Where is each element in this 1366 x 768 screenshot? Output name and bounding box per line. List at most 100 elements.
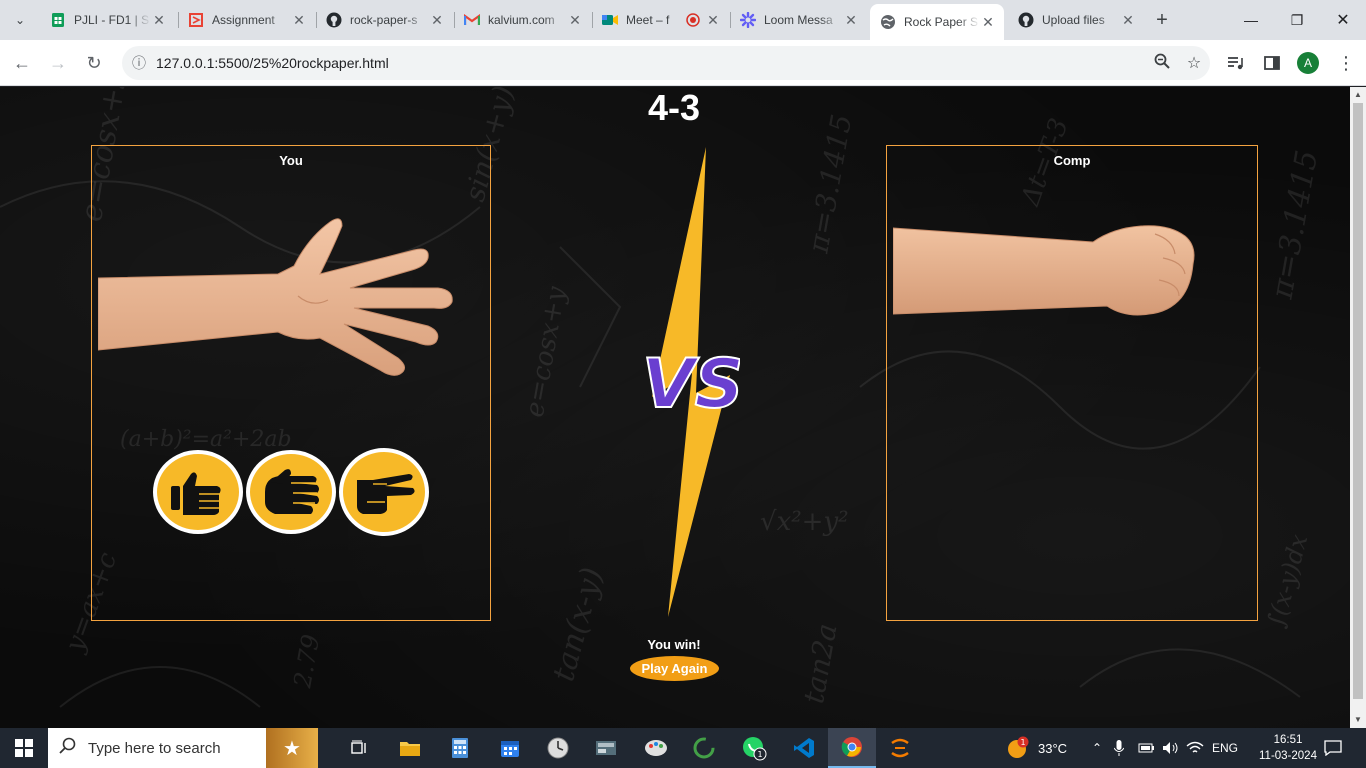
- volume-icon[interactable]: [1162, 728, 1180, 768]
- page-scrollbar[interactable]: ▲ ▼: [1350, 87, 1366, 728]
- sync-app-icon[interactable]: [680, 728, 728, 768]
- close-icon[interactable]: ✕: [291, 12, 307, 29]
- game-page: e=cosx+sinx (a+b)²=a²+2ab y=ax+c sin(x+y…: [0, 87, 1350, 728]
- weather-widget[interactable]: 1 33°C: [1006, 728, 1067, 768]
- versus-graphic: VS: [640, 147, 740, 617]
- more-menu-icon[interactable]: ⋮: [1334, 51, 1358, 75]
- scrollbar-thumb[interactable]: [1353, 103, 1363, 699]
- choice-rock-button[interactable]: [153, 450, 243, 534]
- github-icon: [326, 12, 342, 28]
- side-panel-icon[interactable]: [1260, 51, 1284, 75]
- computer-rock-hand: [893, 225, 1195, 316]
- battery-icon[interactable]: [1138, 728, 1156, 768]
- file-explorer-icon[interactable]: [386, 728, 434, 768]
- close-window-icon[interactable]: ✕: [1320, 0, 1366, 40]
- score-display: 4-3: [647, 87, 701, 128]
- assignment-icon: [188, 12, 204, 28]
- tab-sheets[interactable]: PJLI - FD1 | S ✕: [40, 6, 175, 34]
- zoom-icon[interactable]: [1146, 53, 1178, 74]
- recording-icon: [685, 12, 701, 28]
- sublime-or-app-icon[interactable]: [876, 728, 924, 768]
- tab-search-chevron-icon[interactable]: ⌄: [8, 8, 32, 32]
- tab-title: Assignment: [212, 13, 275, 27]
- svg-text:VS: VS: [642, 345, 740, 424]
- clock-date: 11-03-2024: [1259, 750, 1317, 762]
- profile-avatar[interactable]: A: [1297, 52, 1319, 74]
- paint-app-icon[interactable]: [632, 728, 680, 768]
- tab-gmail[interactable]: kalvium.com ✕: [454, 6, 591, 34]
- tab-loom[interactable]: Loom Messa ✕: [730, 6, 867, 34]
- task-view-icon[interactable]: [336, 728, 384, 768]
- scroll-down-arrow-icon[interactable]: ▼: [1350, 712, 1366, 728]
- tab-rock-paper-active[interactable]: Rock Paper S ✕: [870, 4, 1004, 40]
- weather-sun-icon: 1: [1008, 736, 1029, 758]
- whatsapp-icon[interactable]: 1: [730, 728, 778, 768]
- computer-panel: Comp: [886, 145, 1258, 621]
- close-icon[interactable]: ✕: [980, 14, 996, 31]
- player-panel: You: [91, 145, 491, 621]
- scissors-hand-icon: [357, 474, 415, 514]
- tab-meet[interactable]: Meet – f ✕: [592, 6, 729, 34]
- tab-assignment[interactable]: Assignment ✕: [178, 6, 315, 34]
- tab-title: PJLI - FD1 | S: [74, 13, 150, 27]
- loom-icon: [740, 12, 756, 28]
- tab-title: Rock Paper S: [904, 15, 979, 29]
- tab-upload-files[interactable]: Upload files ✕: [1008, 6, 1144, 34]
- fist-icon: [171, 472, 221, 515]
- back-arrow-icon[interactable]: ←: [8, 49, 36, 77]
- result-message: You win!: [647, 637, 701, 652]
- svg-text:1: 1: [1020, 738, 1025, 747]
- reload-icon[interactable]: ↻: [80, 49, 108, 77]
- tab-title: Upload files: [1042, 13, 1105, 27]
- chrome-icon[interactable]: [828, 728, 876, 768]
- calendar-icon[interactable]: [486, 728, 534, 768]
- restore-icon[interactable]: ❐: [1274, 0, 1320, 40]
- clock-time: 16:51: [1273, 734, 1303, 746]
- sheets-icon: [50, 12, 66, 28]
- notification-icon[interactable]: [1324, 728, 1342, 768]
- close-icon[interactable]: ✕: [567, 12, 583, 29]
- language-indicator[interactable]: ENG: [1212, 728, 1238, 768]
- github-icon: [1018, 12, 1034, 28]
- windows-start-icon[interactable]: [0, 728, 48, 768]
- calculator-icon[interactable]: [436, 728, 484, 768]
- bookmark-star-icon[interactable]: ☆: [1178, 53, 1210, 73]
- close-icon[interactable]: ✕: [843, 12, 859, 29]
- taskbar-clock[interactable]: 16:51 11-03-2024: [1256, 732, 1320, 764]
- vs-text-graphic: VS: [641, 344, 740, 425]
- tab-rock-paper-github[interactable]: rock-paper-s ✕: [316, 6, 453, 34]
- scroll-up-arrow-icon[interactable]: ▲: [1350, 87, 1366, 103]
- url-text[interactable]: 127.0.0.1:5500/25%20rockpaper.html: [156, 55, 1146, 71]
- microphone-icon[interactable]: [1114, 728, 1124, 768]
- vscode-icon[interactable]: [780, 728, 828, 768]
- close-icon[interactable]: ✕: [429, 12, 445, 29]
- minimize-icon[interactable]: —: [1228, 0, 1274, 40]
- clock-app-icon[interactable]: [534, 728, 582, 768]
- close-icon[interactable]: ✕: [1120, 12, 1136, 29]
- tab-title: Loom Messa: [764, 13, 833, 27]
- temperature-text: 33°C: [1038, 740, 1068, 756]
- site-info-icon[interactable]: ⓘ: [122, 53, 156, 73]
- choice-paper-button[interactable]: [246, 450, 336, 534]
- meet-icon: [602, 12, 618, 28]
- player-label: You: [279, 153, 303, 168]
- close-icon[interactable]: ✕: [151, 12, 167, 29]
- globe-icon: [880, 14, 896, 30]
- tab-title: kalvium.com: [488, 13, 555, 27]
- address-bar[interactable]: ⓘ 127.0.0.1:5500/25%20rockpaper.html ☆: [122, 46, 1210, 80]
- search-highlight-image[interactable]: ★: [266, 728, 318, 768]
- media-control-icon[interactable]: [1224, 51, 1248, 75]
- svg-text:1: 1: [757, 750, 762, 759]
- wifi-icon[interactable]: [1186, 728, 1204, 768]
- choice-scissors-button[interactable]: [339, 448, 429, 536]
- tab-title: rock-paper-s: [350, 13, 418, 27]
- forward-arrow-icon[interactable]: →: [44, 49, 72, 77]
- new-tab-plus-icon[interactable]: +: [1150, 8, 1174, 32]
- tab-title: Meet – f: [626, 13, 670, 27]
- show-hidden-icons-chevron-icon[interactable]: ⌃: [1092, 728, 1102, 768]
- browser-toolbar: ← → ↻ ⓘ 127.0.0.1:5500/25%20rockpaper.ht…: [0, 40, 1366, 86]
- play-again-button[interactable]: Play Again: [630, 656, 719, 681]
- close-icon[interactable]: ✕: [705, 12, 721, 29]
- news-app-icon[interactable]: [582, 728, 630, 768]
- tab-strip: ⌄ PJLI - FD1 | S ✕ Assignment ✕ rock-pap…: [0, 0, 1366, 40]
